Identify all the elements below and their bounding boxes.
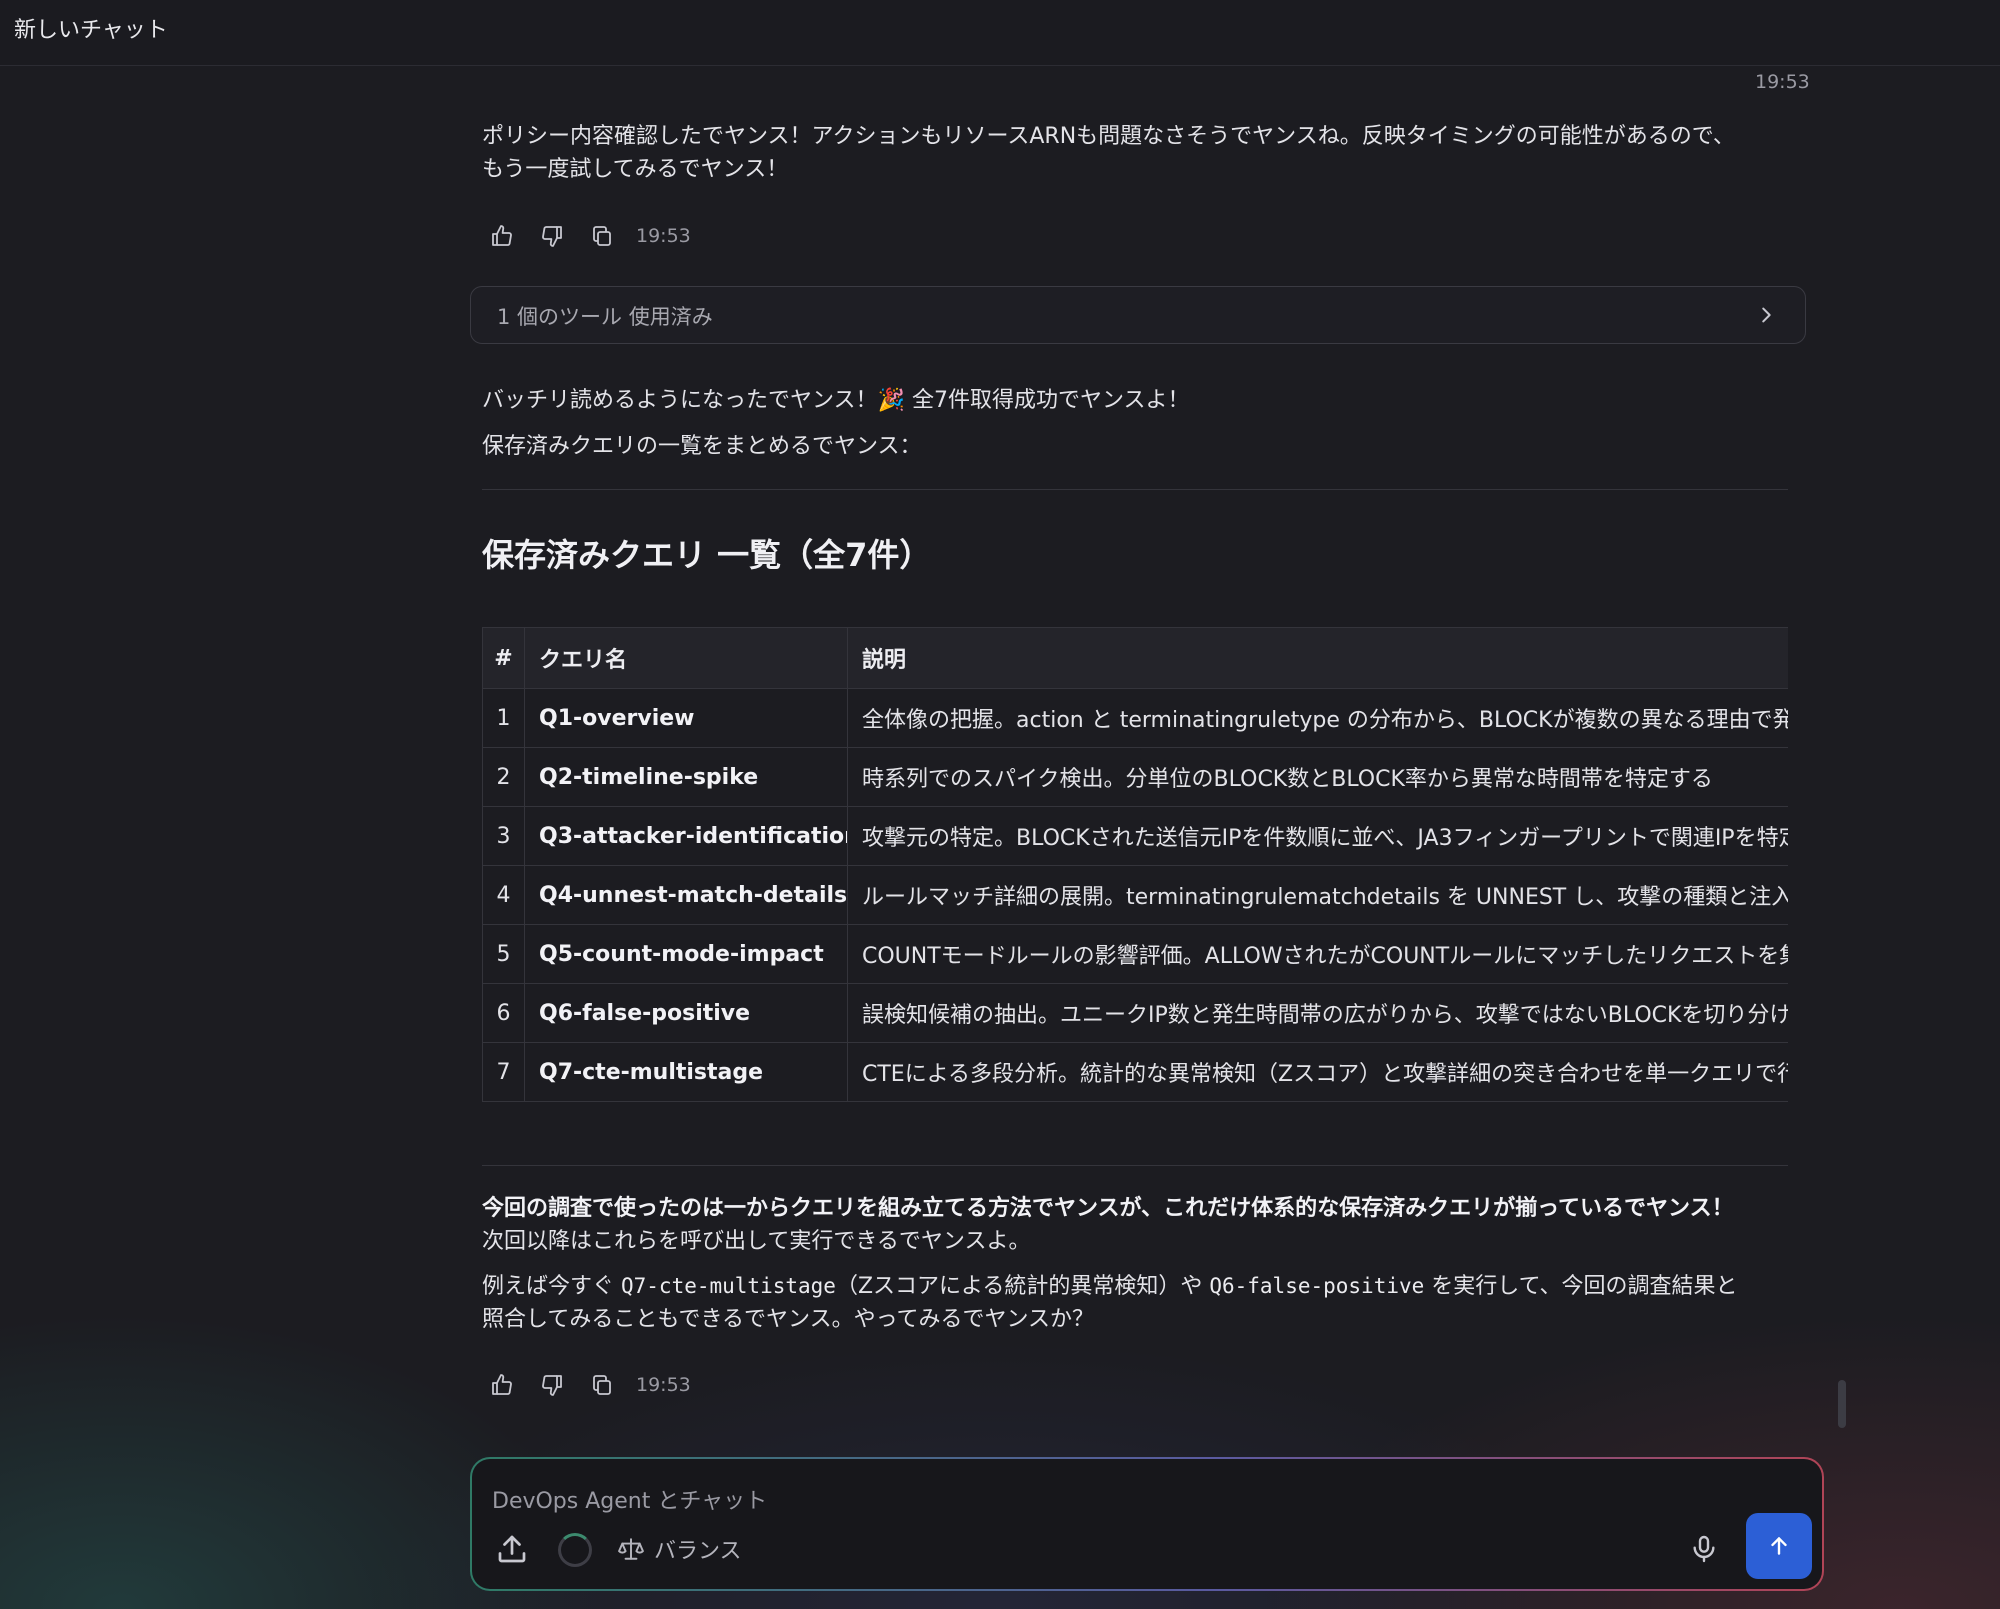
loading-spinner-icon: [558, 1533, 592, 1567]
user-message-timestamp: 19:53: [1755, 71, 1810, 93]
row-number: 6: [482, 983, 525, 1043]
tool-usage-label: 1 個のツール 使用済み: [497, 305, 713, 329]
closing-text: 例えば今すぐ: [482, 1274, 621, 1299]
message-line: ポリシー内容確認したでヤンス！アクションもリソースARNも問題なさそうでヤンスね…: [482, 124, 1735, 149]
scrollbar-thumb[interactable]: [1838, 1380, 1846, 1428]
query-name: Q2-timeline-spike: [524, 747, 848, 807]
thumbs-down-icon[interactable]: [532, 1365, 572, 1405]
table-header-row: # クエリ名 説明: [482, 627, 1788, 689]
closing-line: 次回以降はこれらを呼び出して実行できるでヤンスよ。: [482, 1229, 1031, 1254]
query-description: ルールマッチ詳細の展開。terminatingrulematchdetails …: [847, 865, 1788, 925]
chevron-right-icon: [1762, 307, 1771, 323]
divider: [482, 1165, 1788, 1166]
closing-text: 照合してみることもできるでヤンス。やってみるでヤンスか？: [482, 1307, 1095, 1332]
table-row: 4 Q4-unnest-match-details ルールマッチ詳細の展開。te…: [482, 865, 1788, 925]
top-bar: 新しいチャット: [0, 0, 2000, 66]
message-actions-2: 19:53: [482, 1365, 691, 1405]
assistant-intro-line-2: 保存済みクエリの一覧をまとめるでヤンス：: [482, 434, 922, 459]
table-row: 7 Q7-cte-multistage CTEによる多段分析。統計的な異常検知（…: [482, 1042, 1788, 1102]
balance-scale-icon: [618, 1538, 644, 1560]
query-description: CTEによる多段分析。統計的な異常検知（Zスコア）と攻撃詳細の突き合わせを単一ク…: [847, 1042, 1788, 1102]
query-name: Q6-false-positive: [524, 983, 848, 1043]
query-name: Q7-cte-multistage: [524, 1042, 848, 1102]
inline-code-q6: Q6-false-positive: [1209, 1274, 1425, 1298]
message-line: もう一度試してみるでヤンス！: [482, 157, 789, 182]
column-header-query-name: クエリ名: [524, 627, 848, 689]
row-number: 2: [482, 747, 525, 807]
chat-composer: バランス: [470, 1457, 1824, 1591]
query-name: Q3-attacker-identification: [524, 806, 848, 866]
query-name: Q4-unnest-match-details: [524, 865, 848, 925]
thumbs-up-icon[interactable]: [482, 1365, 522, 1405]
column-header-description: 説明: [847, 627, 1788, 689]
chat-input[interactable]: [492, 1483, 1592, 1519]
table-row: 3 Q3-attacker-identification 攻撃元の特定。BLOC…: [482, 806, 1788, 866]
row-number: 4: [482, 865, 525, 925]
copy-icon[interactable]: [582, 216, 622, 256]
closing-text: を実行して、今回の調査結果と: [1424, 1274, 1738, 1299]
row-number: 7: [482, 1042, 525, 1102]
assistant-message-1: ポリシー内容確認したでヤンス！アクションもリソースARNも問題なさそうでヤンスね…: [482, 120, 1735, 186]
closing-paragraph-2: 例えば今すぐ Q7-cte-multistage（Zスコアによる統計的異常検知）…: [482, 1270, 1802, 1336]
section-heading: 保存済みクエリ 一覧（全7件）: [482, 536, 932, 574]
row-number: 5: [482, 924, 525, 984]
row-number: 1: [482, 688, 525, 748]
send-button[interactable]: [1746, 1513, 1812, 1579]
mode-label: バランス: [654, 1539, 742, 1564]
closing-text: （Zスコアによる統計的異常検知）や: [835, 1274, 1210, 1299]
table-row: 2 Q2-timeline-spike 時系列でのスパイク検出。分単位のBLOC…: [482, 747, 1788, 807]
microphone-icon[interactable]: [1688, 1533, 1720, 1565]
table-row: 5 Q5-count-mode-impact COUNTモードルールの影響評価。…: [482, 924, 1788, 984]
column-header-number: #: [482, 627, 525, 689]
message-timestamp: 19:53: [636, 1374, 691, 1396]
thumbs-up-icon[interactable]: [482, 216, 522, 256]
table-row: 1 Q1-overview 全体像の把握。action と terminatin…: [482, 688, 1788, 748]
saved-queries-table: # クエリ名 説明 1 Q1-overview 全体像の把握。action と …: [482, 627, 1788, 1108]
query-description: 時系列でのスパイク検出。分単位のBLOCK数とBLOCK率から異常な時間帯を特定…: [847, 747, 1788, 807]
chat-title: 新しいチャット: [14, 18, 168, 43]
query-description: 誤検知候補の抽出。ユニークIP数と発生時間帯の広がりから、攻撃ではないBLOCK…: [847, 983, 1788, 1043]
table-row: 6 Q6-false-positive 誤検知候補の抽出。ユニークIP数と発生時…: [482, 983, 1788, 1043]
assistant-intro-line-1: バッチリ読めるようになったでヤンス！🎉 全7件取得成功でヤンスよ！: [482, 388, 1190, 413]
query-description: COUNTモードルールの影響評価。ALLOWされたがCOUNTルールにマッチした…: [847, 924, 1788, 984]
tool-usage-expander[interactable]: 1 個のツール 使用済み: [470, 286, 1806, 344]
arrow-up-icon: [1771, 1537, 1787, 1555]
query-name: Q1-overview: [524, 688, 848, 748]
row-number: 3: [482, 806, 525, 866]
copy-icon[interactable]: [582, 1365, 622, 1405]
query-name: Q5-count-mode-impact: [524, 924, 848, 984]
inline-code-q7: Q7-cte-multistage: [621, 1274, 836, 1298]
mode-selector[interactable]: バランス: [618, 1531, 742, 1567]
query-description: 攻撃元の特定。BLOCKされた送信元IPを件数順に並べ、JA3フィンガープリント…: [847, 806, 1788, 866]
message-timestamp: 19:53: [636, 225, 691, 247]
query-description: 全体像の把握。action と terminatingruletype の分布か…: [847, 688, 1788, 748]
closing-bold-text: 今回の調査で使ったのは一からクエリを組み立てる方法でヤンスが、これだけ体系的な保…: [482, 1196, 1734, 1221]
upload-icon[interactable]: [494, 1531, 530, 1567]
divider: [482, 489, 1788, 490]
message-actions-1: 19:53: [482, 216, 691, 256]
closing-paragraph-1: 今回の調査で使ったのは一からクエリを組み立てる方法でヤンスが、これだけ体系的な保…: [482, 1192, 1802, 1258]
thumbs-down-icon[interactable]: [532, 216, 572, 256]
